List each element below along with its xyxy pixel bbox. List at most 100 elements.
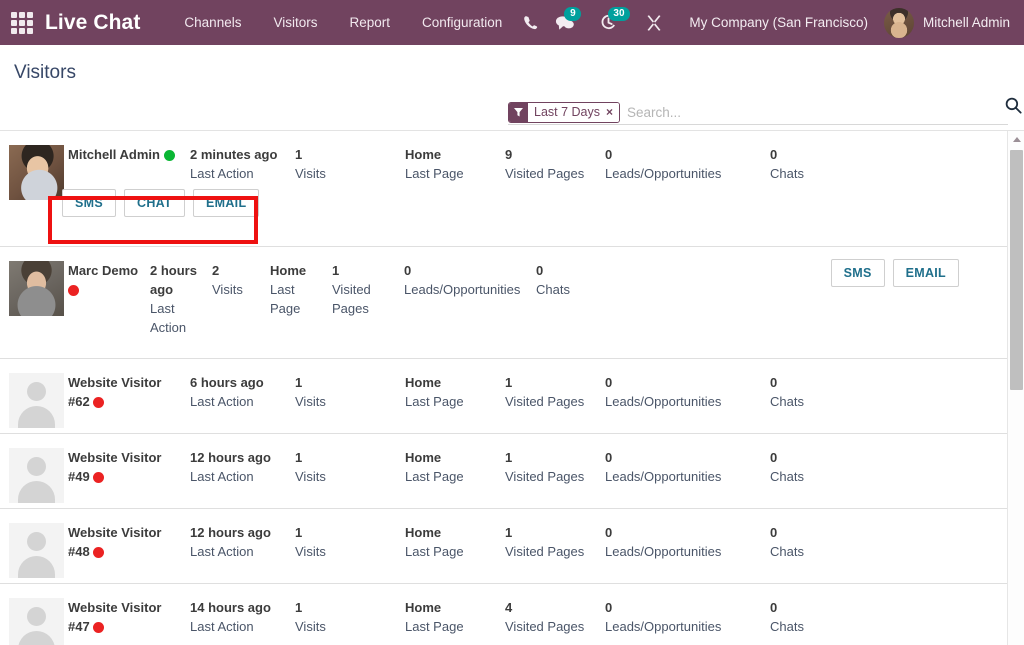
visits-label: Visits [212, 280, 262, 299]
visits-value-cell: 1Visits [295, 448, 405, 503]
scrollbar-thumb[interactable] [1010, 150, 1023, 390]
avatar-cell [0, 523, 68, 578]
visitor-card[interactable]: Website Visitor #48 12 hours agoLast Act… [0, 509, 1007, 584]
avatar [9, 145, 64, 200]
leads-value: 0 [605, 373, 762, 392]
search-icon[interactable] [1005, 97, 1022, 119]
visits-value: 1 [295, 373, 397, 392]
chats-label: Chats [770, 392, 852, 411]
phone-icon[interactable] [513, 0, 547, 45]
activities-clock-icon[interactable]: 30 [591, 0, 625, 45]
visits-value-cell: 1Visits [295, 145, 405, 200]
control-panel: Visitors Last 7 Days × [0, 45, 1024, 131]
last-action-label: Last Action [190, 542, 287, 561]
nav-menu-visitors[interactable]: Visitors [257, 0, 333, 45]
visitor-card[interactable]: Marc Demo 2 hours agoLast Action2VisitsH… [0, 247, 1007, 359]
close-icon[interactable]: × [604, 103, 619, 122]
visitor-name: Mitchell Admin [68, 145, 182, 164]
last-page-value-cell: HomeLast Page [405, 373, 505, 428]
leads-label: Leads/Opportunities [605, 617, 762, 636]
visitor-name-cell: Website Visitor #47 [68, 598, 190, 645]
avatar-cell [0, 448, 68, 503]
chats-value: 0 [770, 523, 852, 542]
leads-value-cell: 0Leads/Opportunities [605, 598, 770, 645]
avatar [9, 261, 64, 316]
last-action-value: 14 hours ago [190, 598, 287, 617]
last-action-value-cell: 6 hours agoLast Action [190, 373, 295, 428]
leads-label: Leads/Opportunities [605, 467, 762, 486]
visited-pages-value-cell: 1Visited Pages [332, 261, 404, 337]
last-page-value-cell: HomeLast Page [405, 598, 505, 645]
status-dot-offline [68, 285, 79, 296]
visitor-name: Website Visitor #49 [68, 448, 182, 486]
visitor-card[interactable]: Website Visitor #62 6 hours agoLast Acti… [0, 359, 1007, 434]
visits-value-cell: 1Visits [295, 598, 405, 645]
last-action-label: Last Action [190, 392, 287, 411]
avatar [9, 373, 64, 428]
status-dot-offline [93, 547, 104, 558]
visits-value: 1 [295, 598, 397, 617]
leads-value: 0 [605, 448, 762, 467]
visitor-name: Marc Demo [68, 261, 142, 299]
last-action-label: Last Action [190, 617, 287, 636]
visited-pages-label: Visited Pages [332, 280, 396, 318]
visited-pages-value: 1 [505, 373, 597, 392]
chats-label: Chats [536, 280, 618, 299]
kanban-content: Mitchell Admin 2 minutes agoLast Action1… [0, 131, 1024, 645]
top-navbar: Live Chat Channels Visitors Report Confi… [0, 0, 1024, 45]
avatar [9, 523, 64, 578]
leads-value-cell: 0Leads/Opportunities [605, 373, 770, 428]
avatar-cell [0, 261, 68, 337]
app-brand-title[interactable]: Live Chat [45, 11, 140, 35]
scroll-up-arrow-icon[interactable] [1008, 131, 1024, 148]
debug-tools-icon[interactable] [637, 0, 671, 45]
search-input[interactable] [625, 101, 1008, 123]
chats-value-cell: 0Chats [770, 373, 860, 428]
status-dot-online [164, 150, 175, 161]
visited-pages-label: Visited Pages [505, 467, 597, 486]
visited-pages-value: 4 [505, 598, 597, 617]
nav-menu-configuration[interactable]: Configuration [406, 0, 518, 45]
nav-menu-channels[interactable]: Channels [168, 0, 257, 45]
navbar-right-group: 9 30 My Company (San Francisco) [507, 0, 1024, 45]
chat-button[interactable]: CHAT [124, 189, 185, 217]
last-page-label: Last Page [405, 164, 497, 183]
visitor-card[interactable]: Website Visitor #47 14 hours agoLast Act… [0, 584, 1007, 645]
chats-label: Chats [770, 467, 852, 486]
visits-label: Visits [295, 392, 397, 411]
apps-grid-icon[interactable] [11, 12, 33, 34]
sms-button[interactable]: SMS [831, 259, 885, 287]
visits-label: Visits [295, 617, 397, 636]
email-button[interactable]: EMAIL [893, 259, 959, 287]
avatar-cell [0, 373, 68, 428]
visited-pages-value: 9 [505, 145, 597, 164]
messages-badge: 9 [564, 7, 581, 21]
search-facet-last-7-days[interactable]: Last 7 Days × [508, 102, 620, 123]
messages-icon[interactable]: 9 [547, 0, 581, 45]
user-menu[interactable]: Mitchell Admin [882, 8, 1024, 38]
visits-label: Visits [295, 542, 397, 561]
chats-value-cell: 0Chats [536, 261, 626, 337]
leads-label: Leads/Opportunities [404, 280, 528, 299]
visited-pages-value-cell: 1Visited Pages [505, 373, 605, 428]
visited-pages-label: Visited Pages [505, 542, 597, 561]
visitor-card[interactable]: Website Visitor #49 12 hours agoLast Act… [0, 434, 1007, 509]
visits-value-cell: 1Visits [295, 523, 405, 578]
email-button[interactable]: EMAIL [193, 189, 259, 217]
last-action-value-cell: 2 hours agoLast Action [150, 261, 212, 337]
visited-pages-label: Visited Pages [505, 617, 597, 636]
visitor-name: Website Visitor #62 [68, 373, 182, 411]
last-page-value-cell: HomeLast Page [270, 261, 332, 337]
avatar [9, 598, 64, 645]
sms-button[interactable]: SMS [62, 189, 116, 217]
vertical-scrollbar[interactable] [1007, 131, 1024, 645]
company-switcher[interactable]: My Company (San Francisco) [671, 15, 882, 30]
nav-menu-report[interactable]: Report [333, 0, 406, 45]
visits-value-cell: 2Visits [212, 261, 270, 337]
visits-value: 1 [295, 448, 397, 467]
visited-pages-value: 1 [505, 523, 597, 542]
visitor-card[interactable]: Mitchell Admin 2 minutes agoLast Action1… [0, 131, 1007, 247]
visitor-name: Website Visitor #47 [68, 598, 182, 636]
last-action-label: Last Action [150, 299, 204, 337]
visitor-card-columns: Website Visitor #48 12 hours agoLast Act… [0, 509, 1007, 578]
